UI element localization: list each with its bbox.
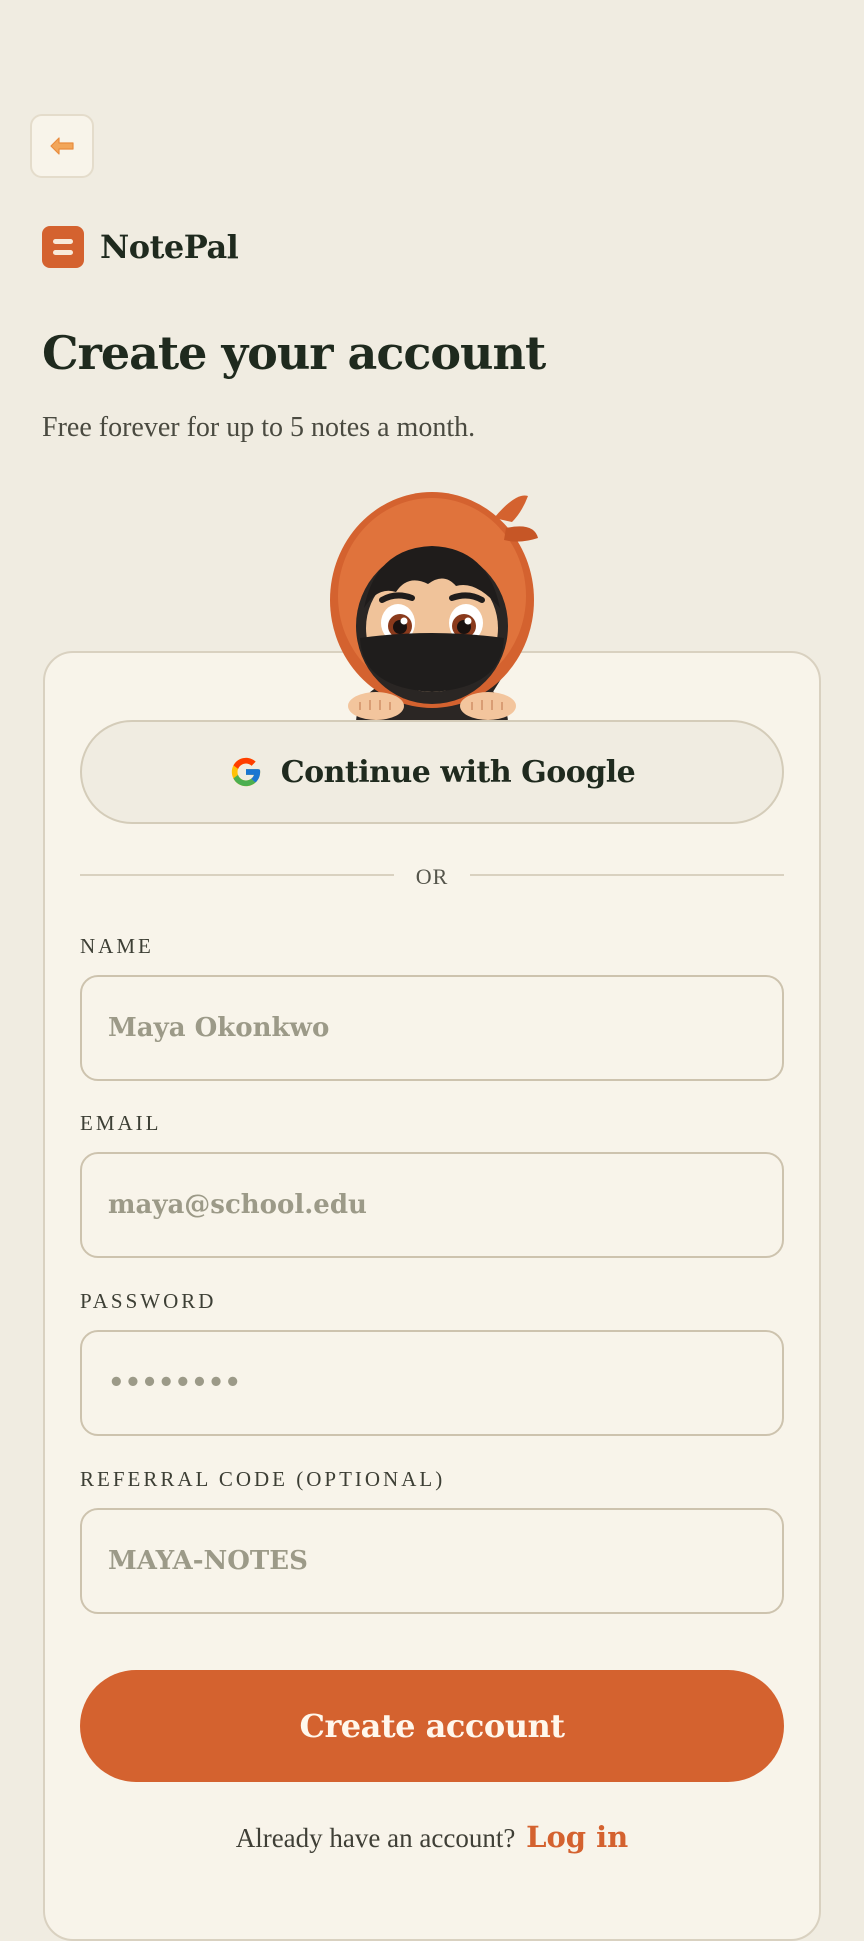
- page-subtitle: Free forever for up to 5 notes a month.: [42, 412, 476, 443]
- brand-name: NotePal: [100, 228, 239, 266]
- divider-or-text: OR: [415, 864, 449, 889]
- name-label: NAME: [80, 934, 154, 958]
- email-field-value: maya@school.edu: [108, 1190, 367, 1220]
- continue-with-google-button[interactable]: Continue with Google: [80, 720, 784, 824]
- name-field[interactable]: Maya Okonkwo: [80, 975, 784, 1081]
- password-field-value: ••••••••: [108, 1368, 241, 1398]
- google-logo-icon: [231, 757, 260, 787]
- referral-code-field[interactable]: MAYA-NOTES: [80, 1508, 784, 1614]
- divider-left: [80, 874, 394, 876]
- notepal-logo-icon: [42, 226, 84, 268]
- login-prompt-text: Already have an account?: [235, 1823, 516, 1853]
- brand: NotePal: [42, 226, 239, 268]
- login-prompt: Already have an account? Log in: [0, 1820, 864, 1854]
- log-in-link[interactable]: Log in: [526, 1820, 628, 1854]
- referral-code-field-value: MAYA-NOTES: [108, 1546, 308, 1576]
- name-field-value: Maya Okonkwo: [108, 1013, 330, 1043]
- create-account-label: Create account: [299, 1707, 565, 1745]
- email-field[interactable]: maya@school.edu: [80, 1152, 784, 1258]
- page-title: Create your account: [42, 326, 546, 380]
- arrow-left-icon: [50, 137, 74, 155]
- google-button-label: Continue with Google: [280, 754, 636, 790]
- ninja-mascot-icon: [330, 492, 538, 724]
- back-button[interactable]: [30, 114, 94, 178]
- divider-right: [470, 874, 784, 876]
- email-label: EMAIL: [80, 1111, 162, 1135]
- password-field[interactable]: ••••••••: [80, 1330, 784, 1436]
- create-account-button[interactable]: Create account: [80, 1670, 784, 1782]
- password-label: PASSWORD: [80, 1289, 217, 1313]
- referral-code-label: REFERRAL CODE (OPTIONAL): [80, 1467, 446, 1491]
